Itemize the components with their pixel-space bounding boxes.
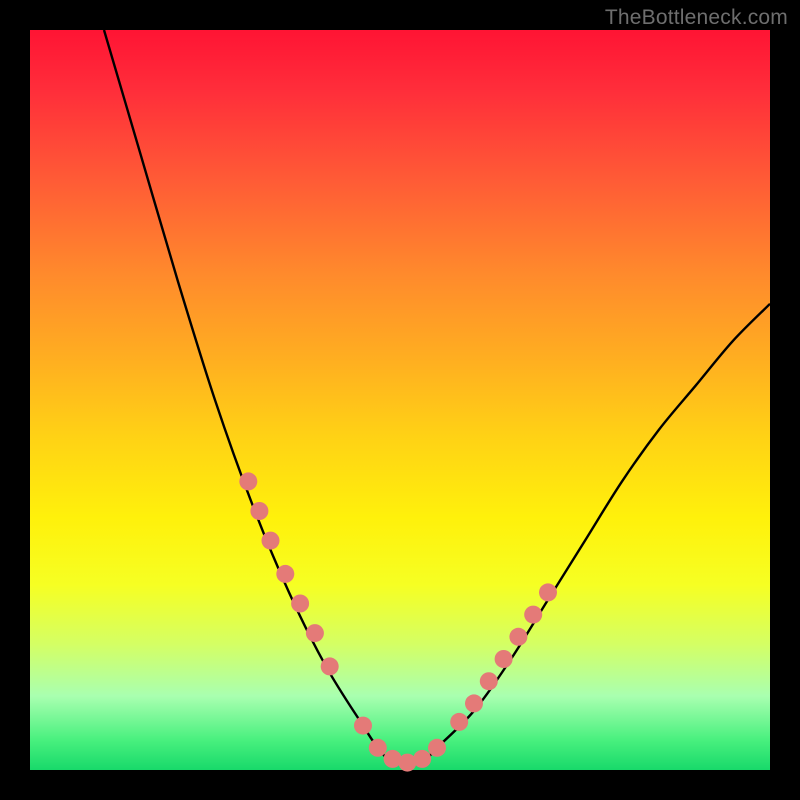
marker-dot [369, 739, 387, 757]
marker-dot [539, 583, 557, 601]
marker-dot [509, 628, 527, 646]
marker-dot [306, 624, 324, 642]
marker-dot [276, 565, 294, 583]
marker-dot [250, 502, 268, 520]
marker-dot [291, 595, 309, 613]
marker-dot [465, 694, 483, 712]
marker-dot [321, 657, 339, 675]
marker-dot [495, 650, 513, 668]
marker-dot [524, 606, 542, 624]
marker-dot [428, 739, 446, 757]
marker-dot [450, 713, 468, 731]
plot-area [30, 30, 770, 770]
marker-dot [413, 750, 431, 768]
marker-group [239, 472, 557, 771]
marker-dot [480, 672, 498, 690]
marker-dot [239, 472, 257, 490]
marker-dot [262, 532, 280, 550]
watermark-text: TheBottleneck.com [605, 6, 788, 30]
marker-dot [354, 717, 372, 735]
chart-svg [30, 30, 770, 770]
chart-frame: TheBottleneck.com [0, 0, 800, 800]
bottleneck-curve [104, 30, 770, 764]
